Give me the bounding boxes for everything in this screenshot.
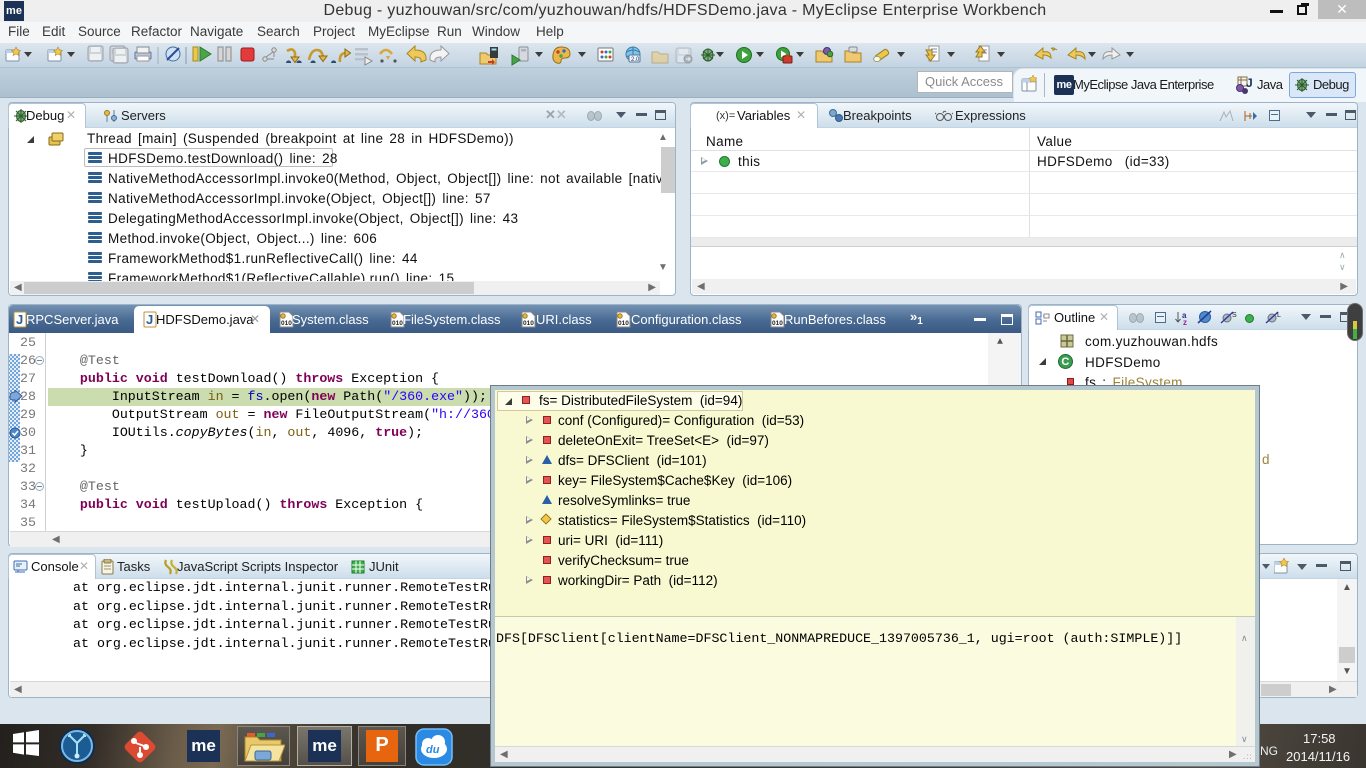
svg-text:010: 010 xyxy=(523,320,534,327)
svg-text:du: du xyxy=(426,744,440,756)
svg-text:L: L xyxy=(1277,312,1281,319)
svg-text:010: 010 xyxy=(281,320,292,327)
svg-text:010: 010 xyxy=(392,320,403,327)
svg-text:S: S xyxy=(1232,312,1237,319)
svg-text:J: J xyxy=(146,312,153,327)
svg-text:J: J xyxy=(1246,76,1252,90)
svg-text:010: 010 xyxy=(772,320,783,327)
svg-text:z: z xyxy=(1183,318,1187,326)
svg-text:2.0: 2.0 xyxy=(631,57,640,63)
svg-text:010: 010 xyxy=(618,320,629,327)
svg-text:J: J xyxy=(16,312,23,327)
